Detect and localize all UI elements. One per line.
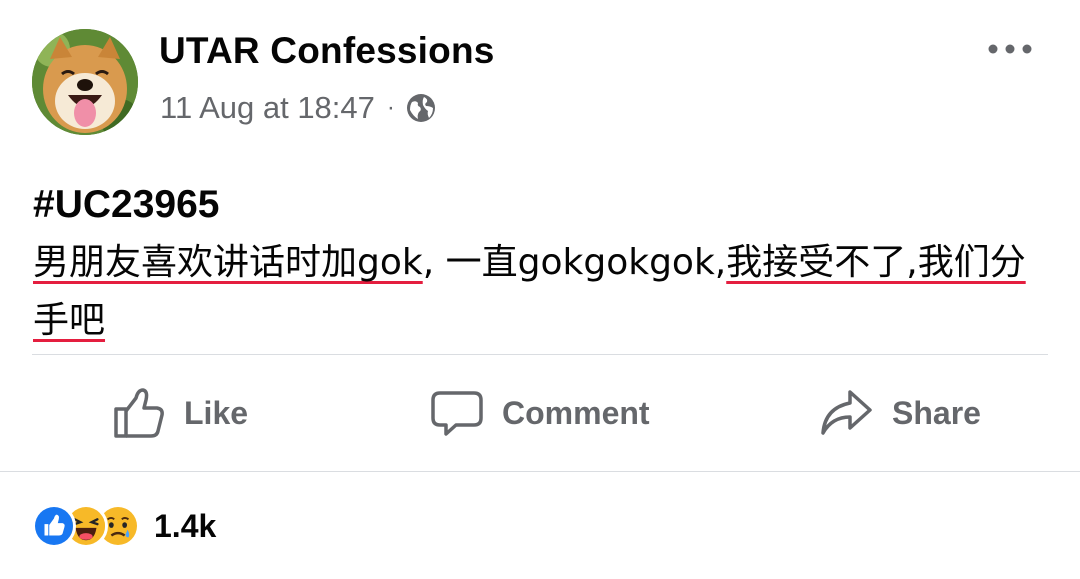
comment-bubble-icon	[431, 391, 483, 436]
comment-label: Comment	[502, 394, 650, 431]
reactions-summary[interactable]: 1.4k	[32, 500, 216, 552]
share-arrow-icon	[821, 390, 872, 435]
globe-icon[interactable]	[405, 92, 437, 124]
meta-separator: ·	[386, 94, 395, 121]
post-timestamp[interactable]: 11 Aug at 18:47	[160, 90, 375, 126]
like-label: Like	[184, 394, 249, 431]
actions-divider	[0, 471, 1080, 472]
page-name-link[interactable]: UTAR Confessions	[159, 30, 495, 72]
share-button[interactable]: Share	[818, 370, 981, 456]
page-avatar[interactable]	[32, 29, 138, 135]
like-reaction-icon	[32, 504, 76, 548]
more-options-button[interactable]	[978, 32, 1042, 66]
reaction-count[interactable]: 1.4k	[154, 508, 216, 545]
post-hashtag[interactable]: #UC23965	[33, 176, 1043, 234]
post-text-part1: 男朋友喜欢讲话时加gok	[33, 242, 423, 283]
post-divider	[32, 354, 1048, 355]
post-text: 男朋友喜欢讲话时加gok, 一直gokgokgok,我接受不了,我们分手吧	[33, 234, 1043, 350]
like-button[interactable]: Like	[112, 370, 248, 456]
thumbs-up-icon	[114, 388, 164, 438]
post-meta: 11 Aug at 18:47 ·	[160, 88, 437, 128]
post-text-part2: , 一直gokgokgok,	[422, 242, 727, 283]
post-actions-bar: Like Comment Share	[0, 370, 1080, 460]
share-label: Share	[892, 394, 981, 431]
post-body: #UC23965 男朋友喜欢讲话时加gok, 一直gokgokgok,我接受不了…	[33, 176, 1043, 350]
shiba-dog-avatar-image	[32, 29, 138, 135]
comment-button[interactable]: Comment	[430, 370, 650, 456]
more-dots-icon	[988, 44, 1032, 54]
